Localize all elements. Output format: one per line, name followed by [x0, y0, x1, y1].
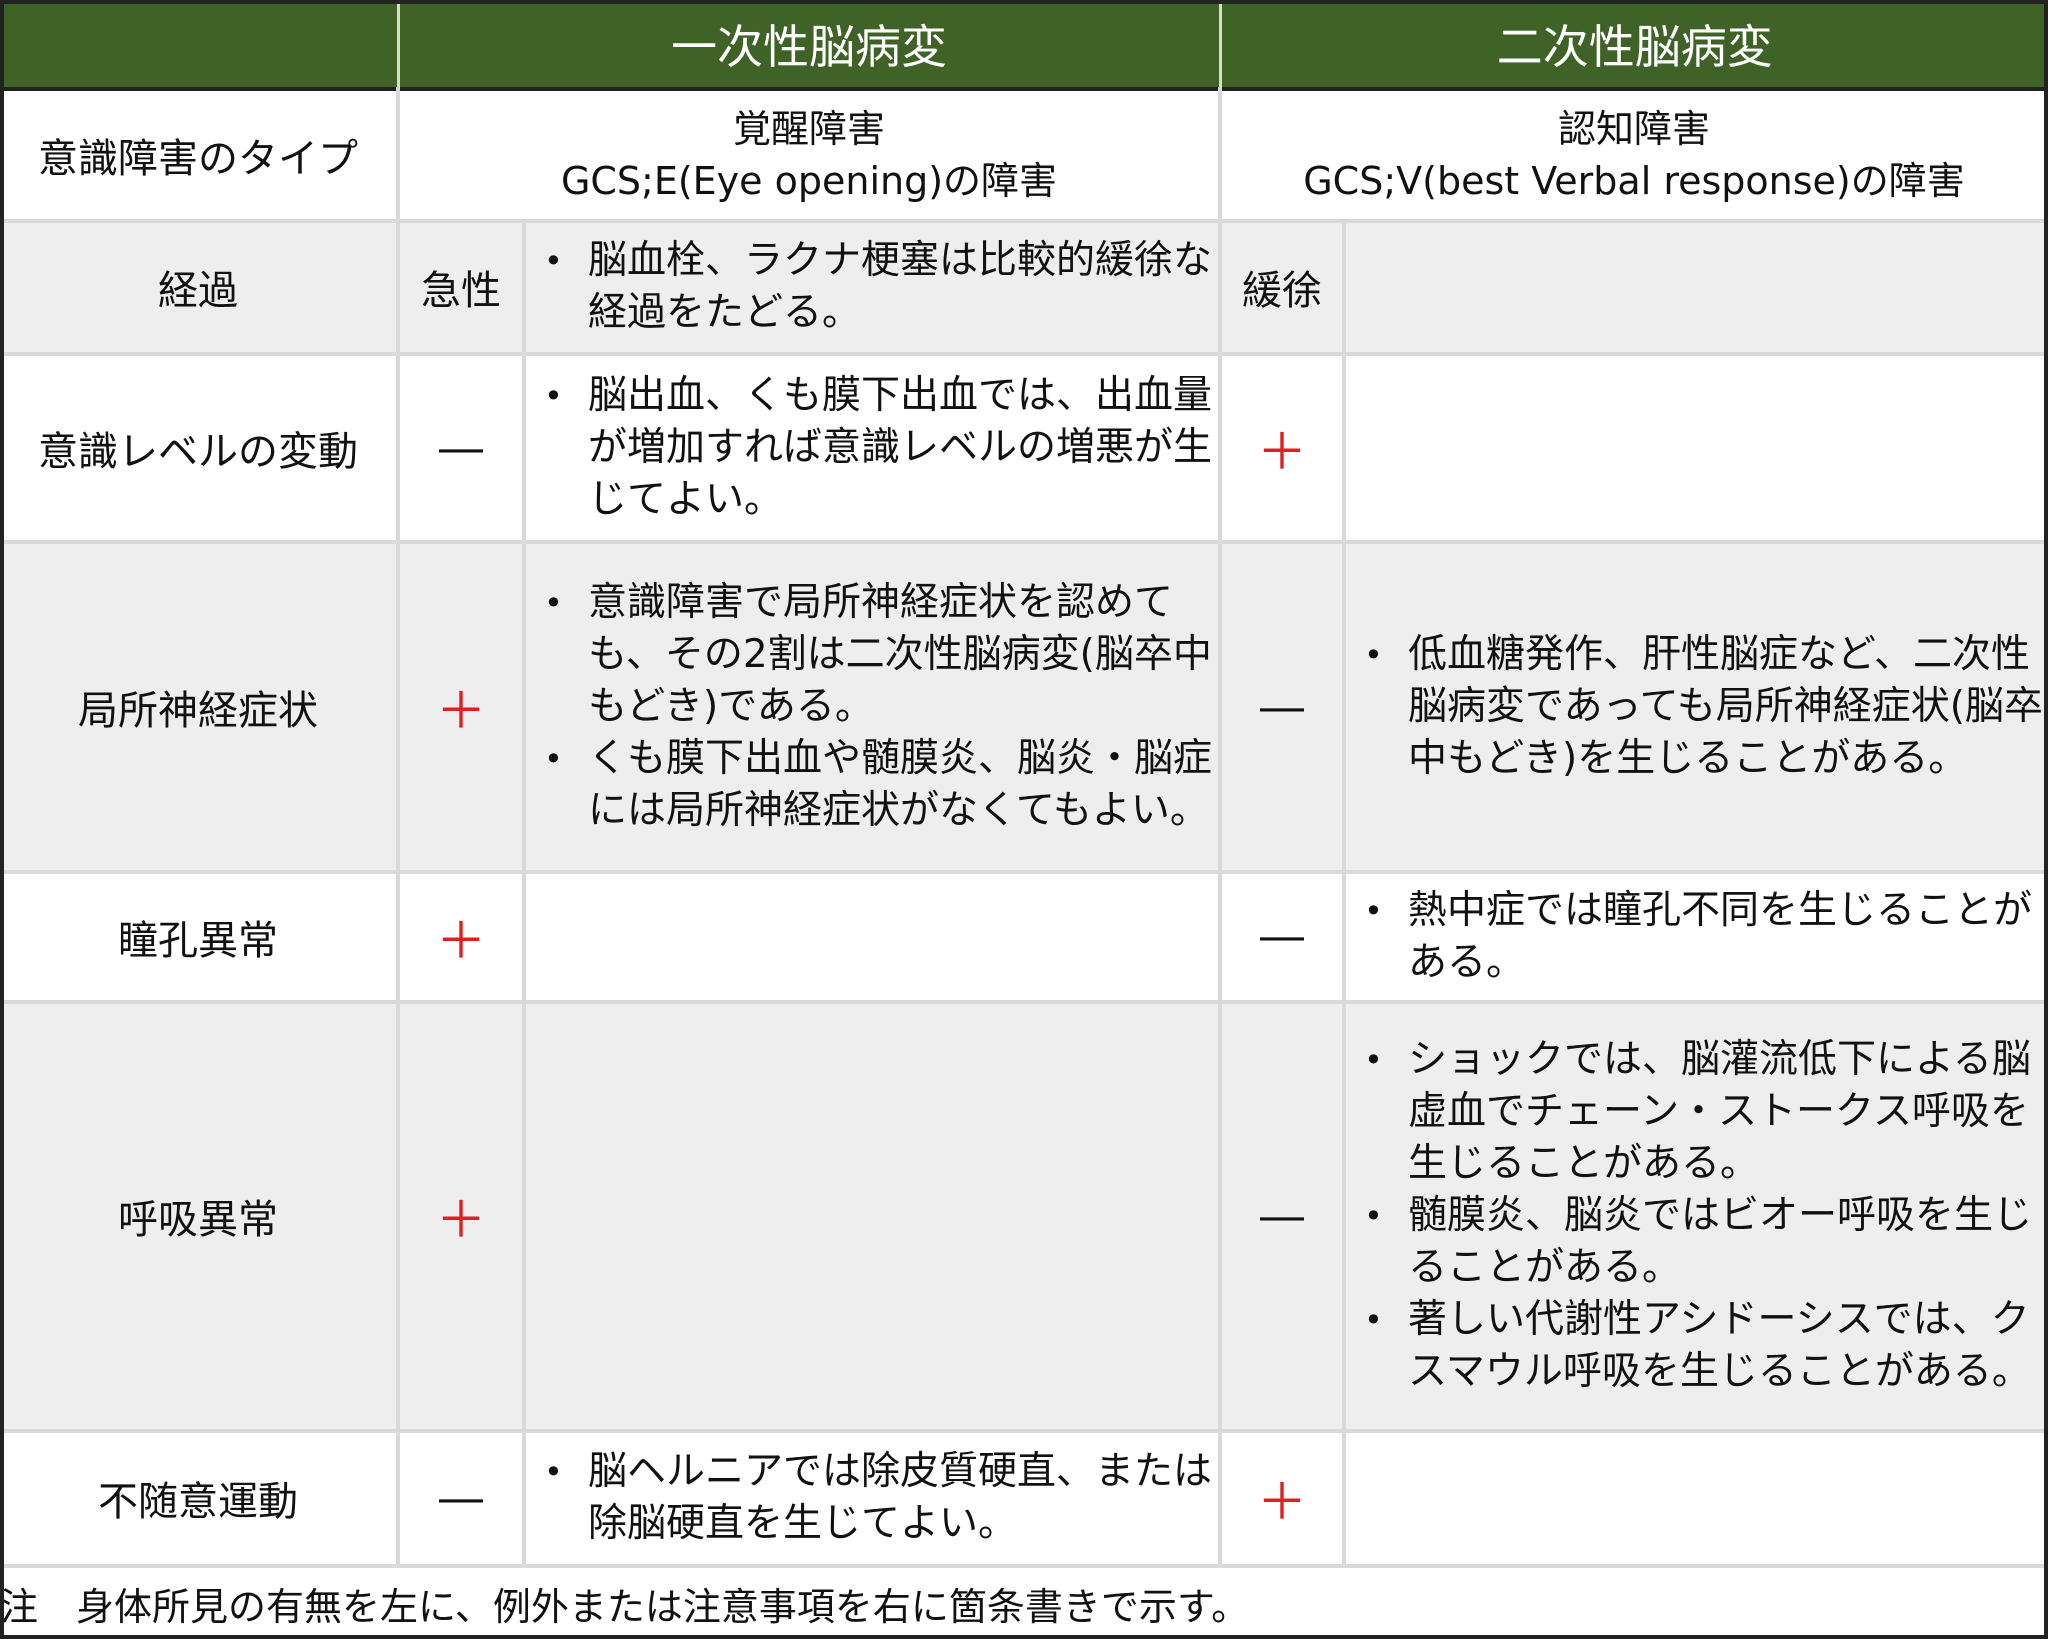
secondary-notes — [1344, 1430, 2048, 1567]
primary-notes: 脳出血、くも膜下出血では、出血量が増加すれば意識レベルの増悪が生じてよい。 — [524, 354, 1222, 543]
note-item: 髄膜炎、脳炎ではビオー呼吸を生じることがある。 — [1346, 1190, 2046, 1294]
primary-notes — [524, 1001, 1222, 1431]
note-item: 意識障害で局所神経症状を認めても、その2割は二次性脳病変(脳卒中もどき)である。 — [526, 577, 1218, 733]
row-consciousness-type: 意識障害のタイプ 覚醒障害 GCS;E(Eye opening)の障害 認知障害… — [0, 89, 2048, 221]
header-secondary: 二次性脳病変 — [1220, 0, 2048, 90]
secondary-sign: ― — [1220, 872, 1346, 1002]
row-pupil: 瞳孔異常 ＋ ― 熱中症では瞳孔不同を生じることがある。 — [0, 872, 2048, 1002]
note-item: 脳血栓、ラクナ梗塞は比較的緩徐な経過をたどる。 — [526, 235, 1218, 339]
primary-sign: ― — [398, 354, 526, 543]
primary-sign: ＋ — [398, 872, 526, 1002]
note-item: 脳出血、くも膜下出血では、出血量が増加すれば意識レベルの増悪が生じてよい。 — [526, 370, 1218, 526]
row-fluctuation: 意識レベルの変動 ― 脳出血、くも膜下出血では、出血量が増加すれば意識レベルの増… — [0, 354, 2048, 543]
row-label: 経過 — [0, 220, 400, 355]
secondary-type-cell: 認知障害 GCS;V(best Verbal response)の障害 — [1220, 89, 2048, 221]
primary-sign: ＋ — [398, 542, 526, 873]
note-item: 低血糖発作、肝性脳症など、二次性脳病変であっても局所神経症状(脳卒中もどき)を生… — [1346, 629, 2046, 785]
secondary-notes — [1344, 354, 2048, 543]
primary-sign: ＋ — [398, 1001, 526, 1431]
note-item: 著しい代謝性アシドーシスでは、クスマウル呼吸を生じることがある。 — [1346, 1294, 2046, 1398]
header-primary: 一次性脳病変 — [398, 0, 1222, 90]
secondary-sign: ＋ — [1220, 1430, 1346, 1567]
secondary-notes: ショックでは、脳灌流低下による脳虚血でチェーン・ストークス呼吸を生じることがある… — [1344, 1001, 2048, 1431]
primary-notes: 脳血栓、ラクナ梗塞は比較的緩徐な経過をたどる。 — [524, 220, 1222, 355]
primary-type-gcs: GCS;E(Eye opening)の障害 — [560, 158, 1058, 203]
primary-type-title: 覚醒障害 — [732, 106, 885, 151]
secondary-notes: 低血糖発作、肝性脳症など、二次性脳病変であっても局所神経症状(脳卒中もどき)を生… — [1344, 542, 2048, 873]
secondary-type-gcs: GCS;V(best Verbal response)の障害 — [1303, 158, 1965, 203]
primary-notes — [524, 872, 1222, 1002]
secondary-type-title: 認知障害 — [1557, 106, 1710, 151]
row-label: 局所神経症状 — [0, 542, 400, 873]
note-item: 熱中症では瞳孔不同を生じることがある。 — [1346, 885, 2046, 989]
secondary-notes — [1344, 220, 2048, 355]
primary-type-cell: 覚醒障害 GCS;E(Eye opening)の障害 — [398, 89, 1222, 221]
primary-sign: 急性 — [398, 220, 526, 355]
row-course: 経過 急性 脳血栓、ラクナ梗塞は比較的緩徐な経過をたどる。 緩徐 — [0, 220, 2048, 355]
comparison-table-page: 一次性脳病変 二次性脳病変 意識障害のタイプ 覚醒障害 GCS;E(Eye op… — [0, 0, 2048, 1639]
row-label: 意識レベルの変動 — [0, 354, 400, 543]
row-label: 瞳孔異常 — [0, 872, 400, 1002]
secondary-sign: 緩徐 — [1220, 220, 1346, 355]
footnote: 注 身体所見の有無を左に、例外または注意事項を右に箇条書きで示す。 — [0, 1564, 2048, 1639]
row-involuntary-movement: 不随意運動 ― 脳ヘルニアでは除皮質硬直、または除脳硬直を生じてよい。 ＋ — [0, 1430, 2048, 1567]
row-focal-signs: 局所神経症状 ＋ 意識障害で局所神経症状を認めても、その2割は二次性脳病変(脳卒… — [0, 542, 2048, 873]
note-item: くも膜下出血や髄膜炎、脳炎・脳症には局所神経症状がなくてもよい。 — [526, 733, 1218, 837]
primary-sign: ― — [398, 1430, 526, 1567]
secondary-sign: ＋ — [1220, 354, 1346, 543]
note-item: 脳ヘルニアでは除皮質硬直、または除脳硬直を生じてよい。 — [526, 1446, 1218, 1550]
secondary-sign: ― — [1220, 542, 1346, 873]
row-respiration: 呼吸異常 ＋ ― ショックでは、脳灌流低下による脳虚血でチェーン・ストークス呼吸… — [0, 1001, 2048, 1431]
secondary-sign: ― — [1220, 1001, 1346, 1431]
primary-notes: 脳ヘルニアでは除皮質硬直、または除脳硬直を生じてよい。 — [524, 1430, 1222, 1567]
row-label: 呼吸異常 — [0, 1001, 400, 1431]
row-label: 意識障害のタイプ — [0, 89, 400, 221]
comparison-table: 一次性脳病変 二次性脳病変 意識障害のタイプ 覚醒障害 GCS;E(Eye op… — [0, 0, 2048, 1639]
secondary-notes: 熱中症では瞳孔不同を生じることがある。 — [1344, 872, 2048, 1002]
note-item: ショックでは、脳灌流低下による脳虚血でチェーン・ストークス呼吸を生じることがある… — [1346, 1034, 2046, 1190]
row-label: 不随意運動 — [0, 1430, 400, 1567]
footer-row: 注 身体所見の有無を左に、例外または注意事項を右に箇条書きで示す。 — [0, 1564, 2048, 1639]
header-blank — [0, 0, 400, 90]
header-row: 一次性脳病変 二次性脳病変 — [0, 0, 2048, 90]
primary-notes: 意識障害で局所神経症状を認めても、その2割は二次性脳病変(脳卒中もどき)である。… — [524, 542, 1222, 873]
